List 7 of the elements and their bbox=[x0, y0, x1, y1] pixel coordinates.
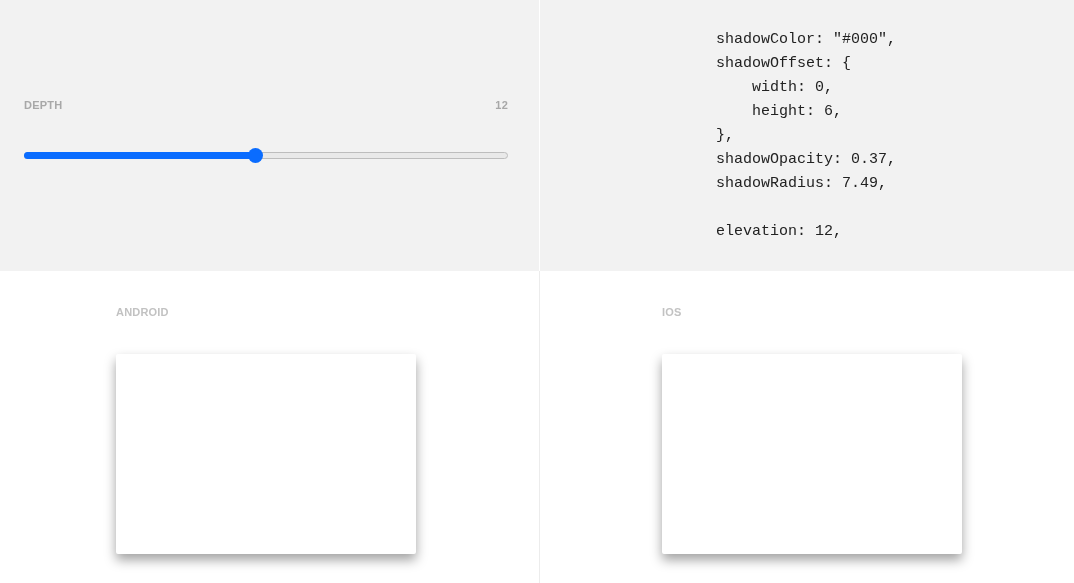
depth-label: DEPTH bbox=[24, 99, 63, 111]
code-text: elevation: 12, bbox=[716, 222, 844, 242]
depth-value: 12 bbox=[495, 99, 508, 111]
code-text: shadowColor: "#000", shadowOffset: { width: 0, height: 6, }, shadowOpacity: 0.37, shadowRadius: 7.49, bbox=[716, 30, 898, 194]
platform-label: IOS bbox=[662, 306, 683, 318]
slider-thumb[interactable] bbox=[248, 148, 264, 163]
platform-label: ANDROID bbox=[116, 306, 170, 318]
